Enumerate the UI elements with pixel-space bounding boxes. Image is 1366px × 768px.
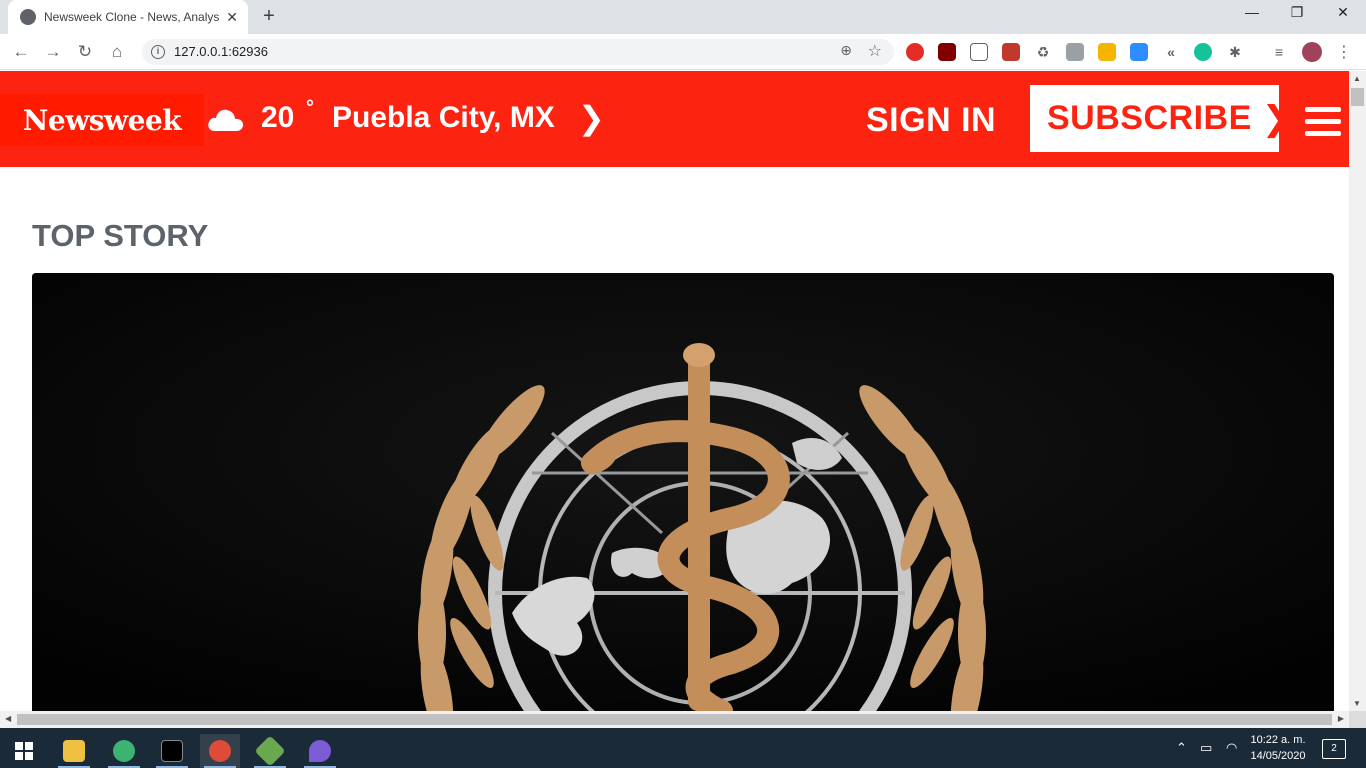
site-header: Newsweek 20 ° Puebla City, MX ❯ SIGN IN … [0,71,1349,167]
restore-button[interactable]: ❐ [1285,4,1309,21]
chevron-up-icon[interactable]: ⌃ [1176,740,1187,756]
chevron-right-icon[interactable]: ❯ [578,99,605,137]
globe-icon [20,9,36,25]
bug-extension-icon[interactable]: ✱ [1226,43,1244,61]
temperature: 20 [261,101,295,134]
adblock-extension-icon[interactable] [906,43,924,61]
sign-in-link[interactable]: SIGN IN [866,101,996,140]
address-bar[interactable]: i 127.0.0.1:62936 ⊕ ☆ [142,39,894,65]
return-extension-icon[interactable]: « [1162,43,1180,61]
tab-close-icon[interactable]: ✕ [226,9,238,26]
git-icon[interactable] [250,734,290,768]
degree-symbol: ° [306,97,314,119]
section-title: TOP STORY [32,218,209,253]
browser-toolbar: ← → ↻ ⌂ i 127.0.0.1:62936 ⊕ ☆ ♻ « ✱ ≡ ⋮ [0,34,1366,70]
scroll-up-icon[interactable]: ▲ [1353,74,1361,83]
ublock-extension-icon[interactable] [938,43,956,61]
city-link[interactable]: Puebla City, MX [332,101,555,135]
start-button[interactable] [4,734,44,768]
browser-tab-bar: Newsweek Clone - News, Analysis, Politic… [0,0,1366,34]
scrollbar-corner [1349,711,1366,728]
taskbar-clock[interactable]: 10:22 a. m. 14/05/2020 [1236,732,1320,764]
subscribe-label: SUBSCRIBE [1047,99,1252,137]
site-info-icon[interactable]: i [151,45,165,59]
scroll-thumb[interactable] [17,714,1332,725]
chrome-icon[interactable] [200,734,240,768]
top-story-image[interactable] [32,273,1334,711]
windows-logo-icon [15,742,33,760]
terminal-icon[interactable] [152,734,192,768]
notification-center-icon[interactable]: 2 [1322,739,1346,759]
browser-tab[interactable]: Newsweek Clone - News, Analysis, Politic… [8,0,248,34]
profile-avatar[interactable] [1302,42,1322,62]
home-icon[interactable]: ⌂ [105,40,129,64]
logo-text: Newsweek [22,103,182,137]
who-emblem-illustration [32,273,1334,711]
playlist-icon[interactable]: ≡ [1270,43,1288,61]
recycle-extension-icon[interactable]: ♻ [1034,43,1052,61]
scroll-left-icon[interactable]: ◀ [5,714,11,723]
subscribe-button[interactable]: SUBSCRIBE ❯ [1030,85,1290,152]
drop-app-icon[interactable] [300,734,340,768]
zoom-extension-icon[interactable] [1130,43,1148,61]
minimize-button[interactable]: — [1240,4,1264,20]
paypal-extension-icon[interactable] [1098,43,1116,61]
bookmark-star-icon[interactable]: ☆ [868,41,882,61]
pocket-extension-icon[interactable] [970,43,988,61]
scroll-right-icon[interactable]: ▶ [1338,714,1344,723]
close-window-button[interactable]: ✕ [1331,4,1355,21]
zoom-icon[interactable]: ⊕ [840,42,852,59]
vertical-scrollbar[interactable]: ▲ ▼ [1349,71,1366,711]
clock-date: 14/05/2020 [1250,750,1306,762]
back-icon[interactable]: ← [9,40,33,64]
scroll-down-icon[interactable]: ▼ [1353,699,1361,708]
cloud-icon [208,109,244,131]
clock-time: 10:22 a. m. [1250,734,1306,746]
horizontal-scrollbar[interactable]: ◀ ▶ [0,711,1349,728]
url-text[interactable]: 127.0.0.1:62936 [174,44,268,59]
new-tab-button[interactable]: + [258,6,280,28]
battery-icon[interactable]: ▭ [1200,740,1212,756]
newsweek-logo[interactable]: Newsweek [0,94,204,146]
grammarly-extension-icon[interactable] [1194,43,1212,61]
media-extension-icon[interactable] [1002,43,1020,61]
hamburger-icon[interactable] [1305,107,1341,136]
camera-extension-icon[interactable] [1066,43,1084,61]
scroll-thumb[interactable] [1351,88,1364,106]
browser-menu-icon[interactable]: ⋮ [1336,42,1352,62]
tab-title: Newsweek Clone - News, Analysis, Politic… [44,10,220,24]
forward-icon[interactable]: → [41,40,65,64]
chevron-right-icon: ❯ [1261,99,1291,138]
reload-icon[interactable]: ↻ [73,40,97,64]
file-explorer-icon[interactable] [54,734,94,768]
atom-editor-icon[interactable] [104,734,144,768]
windows-taskbar: ⌃ ▭ ◠ 10:22 a. m. 14/05/2020 2 [0,728,1366,768]
